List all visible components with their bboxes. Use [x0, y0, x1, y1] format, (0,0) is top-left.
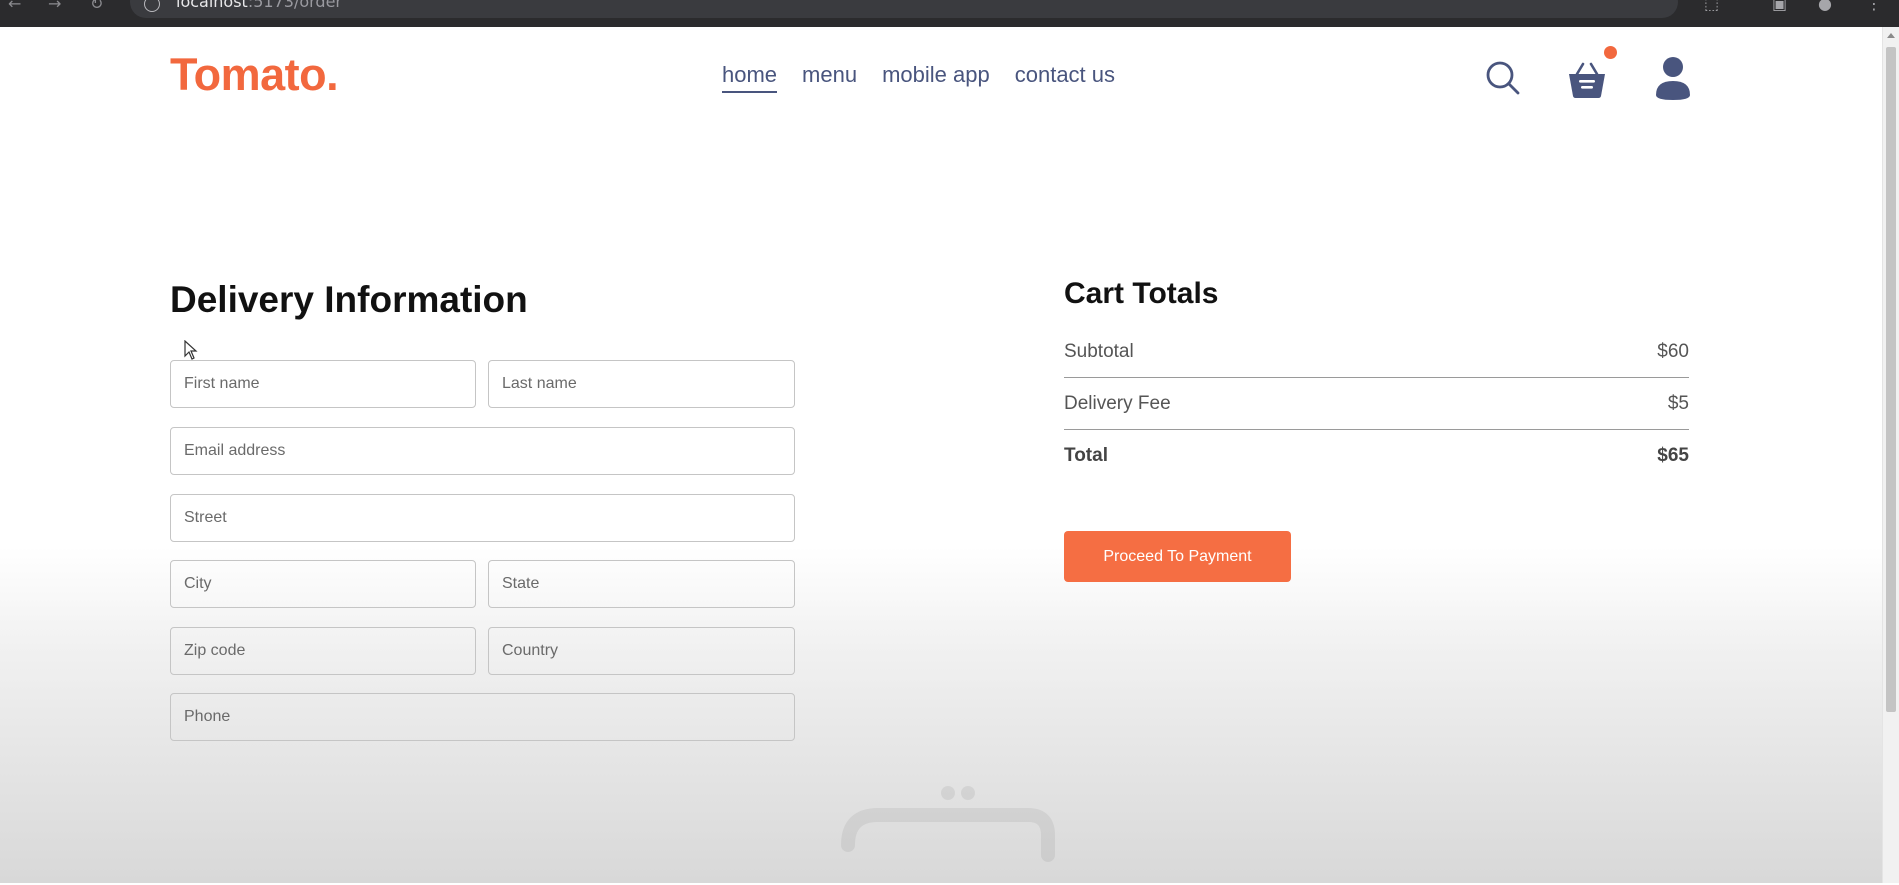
cart-row-delivery-fee: Delivery Fee $5: [1064, 393, 1689, 415]
cart-row-subtotal: Subtotal $60: [1064, 341, 1689, 363]
forward-icon[interactable]: →: [48, 0, 61, 13]
logo[interactable]: Tomato.: [170, 49, 339, 101]
url-text[interactable]: localhost:5173/order: [176, 0, 342, 11]
url-host: localhost: [176, 0, 248, 11]
mouse-cursor-icon: [184, 340, 198, 360]
scroll-up-arrow-icon[interactable]: [1887, 33, 1895, 38]
bookmark-star-icon[interactable]: ☆: [1642, 0, 1656, 3]
extensions-icon[interactable]: ⬚: [1704, 0, 1719, 13]
browser-toolbar: ← → ↻ localhost:5173/order ⚿ ☆ ⬚ ▣ ● ⋮: [0, 0, 1899, 27]
cart-row-total: Total $65: [1064, 445, 1689, 467]
cart-notification-dot: [1604, 46, 1617, 59]
main-nav: home menu mobile app contact us: [722, 62, 1115, 93]
state-field[interactable]: [488, 560, 795, 608]
nav-menu[interactable]: menu: [802, 62, 857, 93]
phone-field[interactable]: [170, 693, 795, 741]
profile-avatar-icon[interactable]: ●: [1818, 0, 1832, 13]
profile-icon[interactable]: [1654, 55, 1692, 101]
country-field[interactable]: [488, 627, 795, 675]
search-icon[interactable]: [1485, 60, 1521, 96]
address-bar[interactable]: localhost:5173/order ⚿ ☆: [130, 0, 1678, 18]
first-name-field[interactable]: [170, 360, 476, 408]
divider: [1064, 377, 1689, 378]
site-info-icon[interactable]: [144, 0, 160, 12]
reload-icon[interactable]: ↻: [90, 0, 103, 13]
email-field[interactable]: [170, 427, 795, 475]
city-field[interactable]: [170, 560, 476, 608]
watermark-logo: [841, 786, 1055, 862]
cart-totals-title: Cart Totals: [1064, 277, 1219, 310]
back-icon[interactable]: ←: [8, 0, 21, 13]
street-field[interactable]: [170, 494, 795, 542]
passkey-icon[interactable]: ⚿: [1602, 0, 1614, 4]
scrollbar-thumb[interactable]: [1886, 47, 1896, 712]
cart-row-label: Delivery Fee: [1064, 393, 1171, 414]
menu-kebab-icon[interactable]: ⋮: [1866, 0, 1882, 13]
url-path: :5173/order: [247, 0, 342, 11]
delivery-title: Delivery Information: [170, 279, 528, 320]
proceed-to-payment-button[interactable]: Proceed To Payment: [1064, 531, 1291, 582]
last-name-field[interactable]: [488, 360, 795, 408]
sidebar-icon[interactable]: ▣: [1772, 0, 1787, 13]
nav-home[interactable]: home: [722, 62, 778, 93]
cart-row-value: $65: [1657, 445, 1689, 466]
cart-row-value: $5: [1667, 393, 1689, 414]
divider: [1064, 429, 1689, 430]
zip-code-field[interactable]: [170, 627, 476, 675]
cart-row-label: Subtotal: [1064, 341, 1134, 362]
page-scrollbar[interactable]: [1882, 27, 1899, 883]
nav-mobile-app[interactable]: mobile app: [882, 62, 990, 93]
cart-row-label: Total: [1064, 445, 1108, 466]
basket-icon[interactable]: [1566, 60, 1608, 100]
cart-row-value: $60: [1657, 341, 1689, 362]
nav-contact-us[interactable]: contact us: [1015, 62, 1115, 93]
page: Tomato. home menu mobile app contact us …: [0, 27, 1882, 883]
